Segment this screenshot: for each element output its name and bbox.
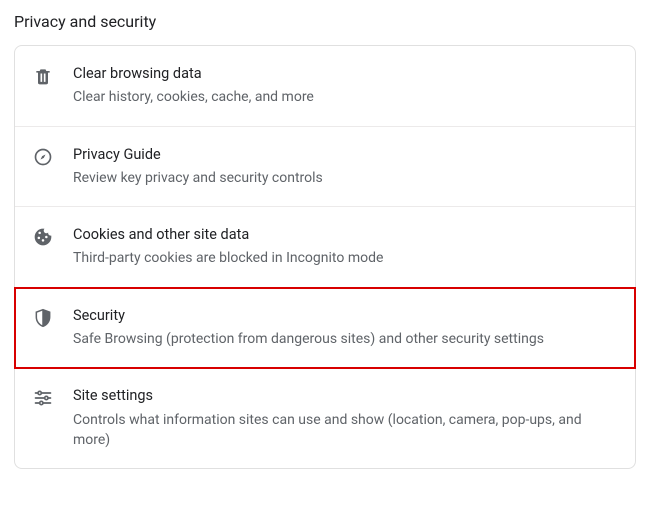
row-title: Security	[73, 306, 615, 326]
row-cookies[interactable]: Cookies and other site data Third-party …	[15, 207, 635, 288]
row-privacy-guide[interactable]: Privacy Guide Review key privacy and sec…	[15, 127, 635, 208]
row-site-settings[interactable]: Site settings Controls what information …	[15, 368, 635, 468]
sliders-icon	[33, 386, 73, 408]
row-desc: Safe Browsing (protection from dangerous…	[73, 329, 615, 349]
row-desc: Review key privacy and security controls	[73, 168, 615, 188]
cookie-icon	[33, 225, 73, 247]
row-desc: Clear history, cookies, cache, and more	[73, 87, 615, 107]
compass-icon	[33, 145, 73, 167]
row-security[interactable]: Security Safe Browsing (protection from …	[15, 288, 635, 369]
trash-icon	[33, 64, 73, 86]
row-clear-browsing-data[interactable]: Clear browsing data Clear history, cooki…	[15, 46, 635, 127]
row-desc: Third-party cookies are blocked in Incog…	[73, 248, 615, 268]
settings-card: Clear browsing data Clear history, cooki…	[14, 45, 636, 469]
row-desc: Controls what information sites can use …	[73, 410, 615, 451]
row-title: Site settings	[73, 386, 615, 406]
row-title: Clear browsing data	[73, 64, 615, 84]
row-title: Privacy Guide	[73, 145, 615, 165]
page-title: Privacy and security	[0, 0, 650, 45]
row-title: Cookies and other site data	[73, 225, 615, 245]
shield-icon	[33, 306, 73, 328]
